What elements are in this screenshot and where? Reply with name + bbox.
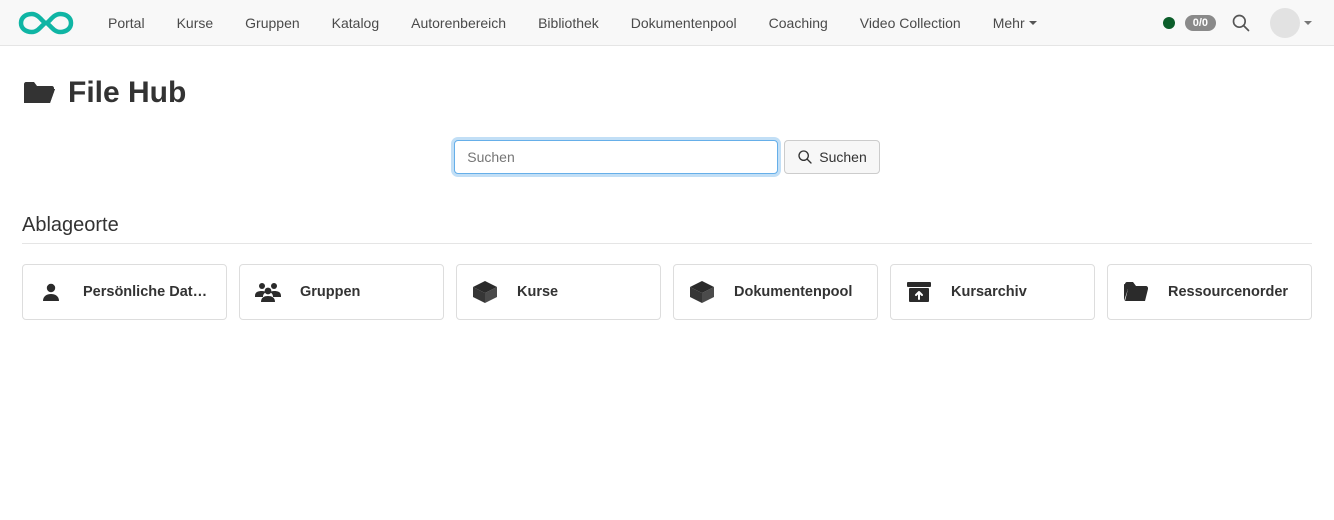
group-icon (254, 281, 282, 303)
chevron-down-icon (1029, 21, 1037, 25)
card-label: Kursarchiv (951, 284, 1027, 300)
card-label: Dokumentenpool (734, 284, 852, 300)
page-title-row: File Hub (22, 76, 1312, 110)
card-label: Kurse (517, 284, 558, 300)
folder-open-icon (22, 79, 56, 107)
card-courses[interactable]: Kurse (456, 264, 661, 320)
nav-label: Video Collection (860, 15, 961, 31)
nav-item-bibliothek[interactable]: Bibliothek (522, 3, 615, 43)
card-document-pool[interactable]: Dokumentenpool (673, 264, 878, 320)
card-resource-folder[interactable]: Ressourcenorder (1107, 264, 1312, 320)
chevron-down-icon (1304, 21, 1312, 25)
nav-label: Gruppen (245, 15, 299, 31)
nav-items: Portal Kurse Gruppen Katalog Autorenbere… (92, 3, 1163, 43)
search-button[interactable] (1226, 0, 1256, 46)
user-menu[interactable] (1266, 8, 1314, 38)
archive-icon (905, 281, 933, 303)
storage-location-cards: Persönliche Date... Gruppen (22, 264, 1312, 320)
nav-item-autorenbereich[interactable]: Autorenbereich (395, 3, 522, 43)
nav-item-gruppen[interactable]: Gruppen (229, 3, 315, 43)
nav-label: Portal (108, 15, 145, 31)
avatar (1270, 8, 1300, 38)
nav-right: 0/0 (1163, 0, 1324, 46)
nav-label: Bibliothek (538, 15, 599, 31)
card-groups[interactable]: Gruppen (239, 264, 444, 320)
folder-icon (1122, 281, 1150, 303)
card-label: Persönliche Date... (83, 284, 212, 300)
card-course-archive[interactable]: Kursarchiv (890, 264, 1095, 320)
nav-item-katalog[interactable]: Katalog (316, 3, 395, 43)
box-icon (471, 280, 499, 304)
nav-item-video-collection[interactable]: Video Collection (844, 3, 977, 43)
search-row: Suchen (22, 140, 1312, 174)
badge-text: 0/0 (1193, 17, 1208, 29)
card-label: Gruppen (300, 284, 360, 300)
person-icon (37, 280, 65, 304)
nav-label: Katalog (332, 15, 379, 31)
nav-item-portal[interactable]: Portal (92, 3, 161, 43)
nav-item-kurse[interactable]: Kurse (161, 3, 230, 43)
search-button-label: Suchen (819, 149, 866, 165)
infinity-logo-icon (18, 10, 74, 36)
nav-item-dokumentenpool[interactable]: Dokumentenpool (615, 3, 753, 43)
search-icon (1231, 13, 1251, 33)
section-heading: Ablageorte (22, 214, 1312, 237)
page-title: File Hub (68, 76, 186, 110)
status-indicator[interactable] (1163, 17, 1175, 29)
nav-item-coaching[interactable]: Coaching (753, 3, 844, 43)
search-box: Suchen (454, 140, 879, 174)
top-navigation: Portal Kurse Gruppen Katalog Autorenbere… (0, 0, 1334, 46)
nav-label: Coaching (769, 15, 828, 31)
nav-item-more[interactable]: Mehr (977, 3, 1053, 43)
nav-label: Kurse (177, 15, 214, 31)
nav-label: Dokumentenpool (631, 15, 737, 31)
nav-label: Autorenbereich (411, 15, 506, 31)
section-divider (22, 243, 1312, 244)
main-content: File Hub Suchen Ablageorte Persönli (0, 46, 1334, 340)
nav-label: Mehr (993, 15, 1025, 31)
search-icon (797, 149, 813, 165)
search-submit-button[interactable]: Suchen (784, 140, 879, 174)
card-label: Ressourcenorder (1168, 284, 1288, 300)
search-input[interactable] (454, 140, 778, 174)
card-personal-files[interactable]: Persönliche Date... (22, 264, 227, 320)
notification-badge[interactable]: 0/0 (1185, 15, 1216, 31)
logo[interactable] (18, 10, 74, 36)
box-icon (688, 280, 716, 304)
